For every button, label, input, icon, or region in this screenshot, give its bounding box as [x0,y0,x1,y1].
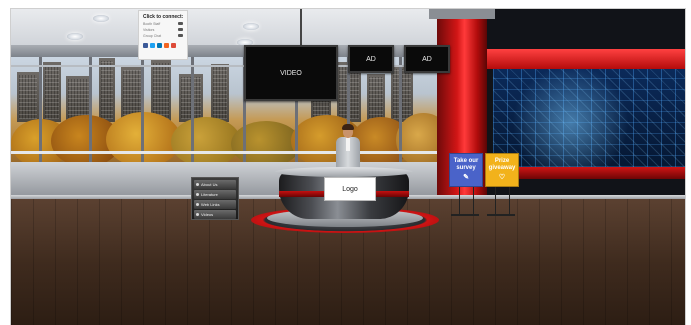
pillar-cap [429,9,495,19]
desk-top [275,167,413,177]
desk-logo[interactable]: Logo [324,177,376,201]
contact-row-label: Booth Staff [143,21,161,26]
ad-screen-label: AD [422,55,432,63]
contact-row-label: Visitors [143,27,155,32]
red-wall-band [481,49,685,69]
menu-item-videos[interactable]: Videos [194,210,236,219]
virtual-booth-scene: Click to connect: Booth Staff Visitors G… [10,8,686,325]
menu-item-literature[interactable]: Literature [194,190,236,199]
ceiling-light [243,23,259,30]
survey-sign-line1: Take our [453,158,479,164]
bullet-icon [196,193,199,196]
video-screen[interactable]: VIDEO [244,45,338,101]
video-screen-label: VIDEO [280,69,302,77]
ceiling-light [67,33,83,40]
twitter-icon[interactable] [150,43,155,48]
presenter-hair [342,124,354,130]
bullet-icon [196,213,199,216]
menu-item-label: About Us [201,182,218,187]
heart-icon: ♡ [498,174,506,181]
menu-item-label: Literature [201,192,218,197]
survey-sign-line2: survey [456,165,476,171]
back-wall-base [11,162,487,199]
prize-sign-line2: giveaway [488,165,516,171]
prize-sign[interactable]: Prize giveaway ♡ [485,153,519,187]
googleplus-icon[interactable] [171,43,176,48]
menu-item-label: Web Links [201,202,220,207]
sign-stand-base [451,214,479,216]
group-chat-icon [178,34,183,37]
sign-stand [495,187,496,215]
facebook-icon[interactable] [143,43,148,48]
connect-group-chat[interactable]: Group Chat [143,33,183,38]
prize-sign-line1: Prize [494,158,510,164]
sign-stand-base [487,214,515,216]
bullet-icon [196,183,199,186]
chat-icon [178,22,183,25]
sign-stand [509,187,510,215]
survey-sign[interactable]: Take our survey ✎ [449,153,483,187]
bullet-icon [196,203,199,206]
presenter-shirt [346,137,350,151]
chat-icon [178,28,183,31]
contact-panel-title: Click to connect: [143,14,184,20]
ad-screen-label: AD [366,55,376,63]
social-links [143,43,183,48]
pencil-icon: ✎ [463,174,469,181]
sign-stand [459,187,460,215]
sign-stand [473,187,474,215]
linkedin-icon[interactable] [157,43,162,48]
connect-visitors[interactable]: Visitors [143,27,183,32]
contact-panel: Click to connect: Booth Staff Visitors G… [138,10,188,60]
menu-item-web-links[interactable]: Web Links [194,200,236,209]
connect-booth-staff[interactable]: Booth Staff [143,21,183,26]
contact-row-label: Group Chat [143,33,162,38]
desk-logo-label: Logo [342,185,358,193]
rss-icon[interactable] [164,43,169,48]
ceiling-light [93,15,109,22]
circuit-board-display [493,69,685,167]
ad-screen-right[interactable]: AD [404,45,450,73]
glass-railing [11,151,441,154]
menu-item-about-us[interactable]: About Us [194,180,236,189]
screen-mount [300,9,302,45]
menu-item-label: Videos [201,212,214,217]
ad-screen-left[interactable]: AD [348,45,394,73]
booth-menu: About Us Literature Web Links Videos [191,177,239,220]
